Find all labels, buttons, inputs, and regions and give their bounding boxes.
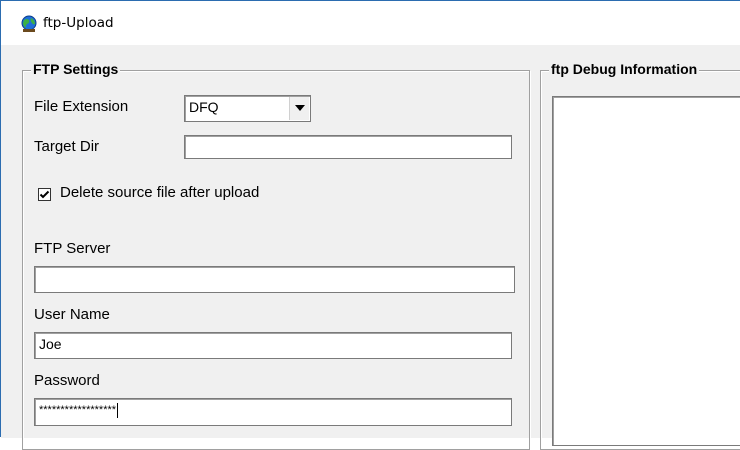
text-cursor	[117, 402, 119, 418]
dropdown-button[interactable]	[289, 97, 309, 120]
ftp-debug-output[interactable]	[552, 96, 740, 446]
password-label: Password	[34, 372, 100, 389]
file-extension-select[interactable]: DFQ	[184, 95, 311, 122]
user-name-label: User Name	[34, 306, 110, 323]
ftp-server-input[interactable]	[34, 266, 515, 293]
client-area: FTP Settings File Extension DFQ Target D…	[1, 45, 740, 450]
globe-app-icon[interactable]	[20, 15, 38, 33]
window-title: ftp-Upload	[43, 15, 114, 31]
user-name-value: Joe	[39, 336, 62, 352]
user-name-input[interactable]: Joe	[34, 332, 512, 359]
password-masked-value: ******************	[39, 404, 117, 416]
title-bar[interactable]: ftp-Upload	[1, 1, 740, 45]
file-extension-label: File Extension	[34, 98, 129, 115]
file-extension-value: DFQ	[189, 99, 219, 115]
ftp-settings-legend: FTP Settings	[31, 61, 121, 77]
delete-source-label[interactable]: Delete source file after upload	[60, 184, 259, 201]
checkmark-icon	[39, 190, 50, 199]
target-dir-input[interactable]	[184, 135, 512, 159]
delete-source-checkbox[interactable]	[38, 188, 51, 201]
target-dir-label: Target Dir	[34, 138, 100, 155]
chevron-down-icon	[295, 105, 305, 111]
ftp-upload-window: ftp-Upload FTP Settings File Extension D…	[0, 0, 740, 450]
ftp-debug-legend: ftp Debug Information	[549, 61, 700, 77]
password-input[interactable]: ******************	[34, 398, 512, 426]
ftp-server-label: FTP Server	[34, 240, 111, 257]
ftp-settings-group: FTP Settings	[22, 61, 530, 450]
